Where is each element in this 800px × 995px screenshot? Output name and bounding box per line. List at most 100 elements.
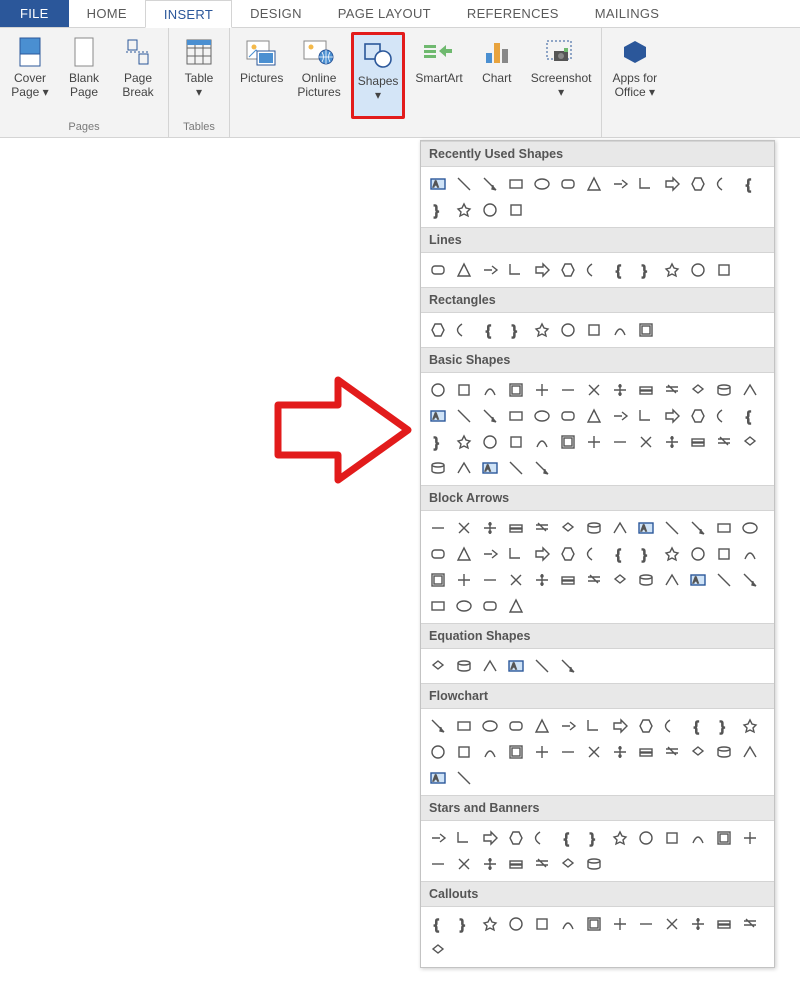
shape-item[interactable] [479, 853, 501, 875]
shape-item[interactable]: } [635, 543, 657, 565]
shape-item[interactable]: A [427, 767, 449, 789]
shape-item[interactable] [713, 431, 735, 453]
shape-item[interactable] [557, 405, 579, 427]
shape-item[interactable] [739, 517, 761, 539]
shape-item[interactable] [479, 827, 501, 849]
shape-item[interactable] [661, 715, 683, 737]
shape-item[interactable]: A [635, 517, 657, 539]
shape-item[interactable] [505, 173, 527, 195]
shape-item[interactable] [687, 913, 709, 935]
shape-item[interactable] [739, 715, 761, 737]
shape-item[interactable] [453, 173, 475, 195]
shape-item[interactable] [427, 379, 449, 401]
shape-item[interactable] [557, 655, 579, 677]
shape-item[interactable] [427, 715, 449, 737]
shape-item[interactable] [557, 379, 579, 401]
shape-item[interactable] [453, 379, 475, 401]
shape-item[interactable]: } [427, 199, 449, 221]
blank-page-button[interactable]: BlankPage [60, 32, 108, 119]
shape-item[interactable] [687, 741, 709, 763]
shape-item[interactable] [583, 569, 605, 591]
shape-item[interactable] [531, 827, 553, 849]
shape-item[interactable]: { [479, 319, 501, 341]
shape-item[interactable] [453, 655, 475, 677]
shape-item[interactable] [557, 543, 579, 565]
shape-item[interactable] [687, 431, 709, 453]
shapes-button[interactable]: Shapes▾ [351, 32, 406, 119]
shape-item[interactable] [505, 457, 527, 479]
shape-item[interactable] [453, 199, 475, 221]
shape-item[interactable] [453, 517, 475, 539]
tab-design[interactable]: DESIGN [232, 0, 320, 27]
shape-item[interactable] [453, 259, 475, 281]
shape-item[interactable] [661, 259, 683, 281]
shape-item[interactable] [531, 569, 553, 591]
shape-item[interactable]: A [427, 405, 449, 427]
shape-item[interactable] [505, 853, 527, 875]
shape-item[interactable] [739, 379, 761, 401]
shape-item[interactable] [479, 569, 501, 591]
shape-item[interactable] [531, 853, 553, 875]
shape-item[interactable] [635, 827, 657, 849]
shape-item[interactable] [635, 569, 657, 591]
shape-item[interactable] [479, 173, 501, 195]
online-pictures-button[interactable]: OnlinePictures [293, 32, 344, 119]
shape-item[interactable] [505, 199, 527, 221]
shape-item[interactable] [687, 379, 709, 401]
shape-item[interactable] [557, 853, 579, 875]
shape-item[interactable]: } [453, 913, 475, 935]
shape-item[interactable] [479, 405, 501, 427]
shape-item[interactable] [427, 457, 449, 479]
shape-item[interactable] [583, 379, 605, 401]
shape-item[interactable]: { [427, 913, 449, 935]
shape-item[interactable] [479, 543, 501, 565]
shape-item[interactable] [453, 853, 475, 875]
shape-item[interactable]: { [739, 405, 761, 427]
shape-item[interactable] [531, 457, 553, 479]
shape-item[interactable] [739, 913, 761, 935]
shape-item[interactable] [531, 431, 553, 453]
shape-item[interactable] [531, 655, 553, 677]
shape-item[interactable] [557, 173, 579, 195]
smartart-button[interactable]: SmartArt [411, 32, 466, 119]
shape-item[interactable] [583, 259, 605, 281]
shape-item[interactable] [609, 715, 631, 737]
shape-item[interactable] [635, 431, 657, 453]
shape-item[interactable] [479, 431, 501, 453]
shape-item[interactable] [609, 741, 631, 763]
shape-item[interactable] [713, 569, 735, 591]
tab-mailings[interactable]: MAILINGS [577, 0, 678, 27]
shape-item[interactable] [531, 379, 553, 401]
shape-item[interactable] [427, 517, 449, 539]
shape-item[interactable] [713, 405, 735, 427]
screenshot-button[interactable]: Screenshot▾ [527, 32, 596, 119]
shape-item[interactable] [661, 173, 683, 195]
shape-item[interactable] [505, 715, 527, 737]
shape-item[interactable] [583, 913, 605, 935]
cover-page-button[interactable]: CoverPage ▾ [6, 32, 54, 119]
shape-item[interactable] [583, 431, 605, 453]
shape-item[interactable] [635, 173, 657, 195]
tab-file[interactable]: FILE [0, 0, 69, 27]
shape-item[interactable] [635, 741, 657, 763]
shape-item[interactable] [583, 517, 605, 539]
shape-item[interactable] [557, 741, 579, 763]
shape-item[interactable] [583, 173, 605, 195]
shape-item[interactable] [557, 715, 579, 737]
shape-item[interactable] [687, 543, 709, 565]
shape-item[interactable] [609, 319, 631, 341]
shape-item[interactable] [531, 259, 553, 281]
shape-item[interactable]: { [687, 715, 709, 737]
pictures-button[interactable]: Pictures [236, 32, 287, 119]
shape-item[interactable] [479, 259, 501, 281]
shape-item[interactable] [739, 431, 761, 453]
shape-item[interactable] [479, 655, 501, 677]
shape-item[interactable] [479, 199, 501, 221]
shape-item[interactable] [531, 543, 553, 565]
shape-item[interactable] [609, 431, 631, 453]
shape-item[interactable] [661, 517, 683, 539]
shape-item[interactable]: { [557, 827, 579, 849]
shape-item[interactable] [427, 853, 449, 875]
shape-item[interactable] [505, 595, 527, 617]
table-button[interactable]: Table▾ [175, 32, 223, 119]
